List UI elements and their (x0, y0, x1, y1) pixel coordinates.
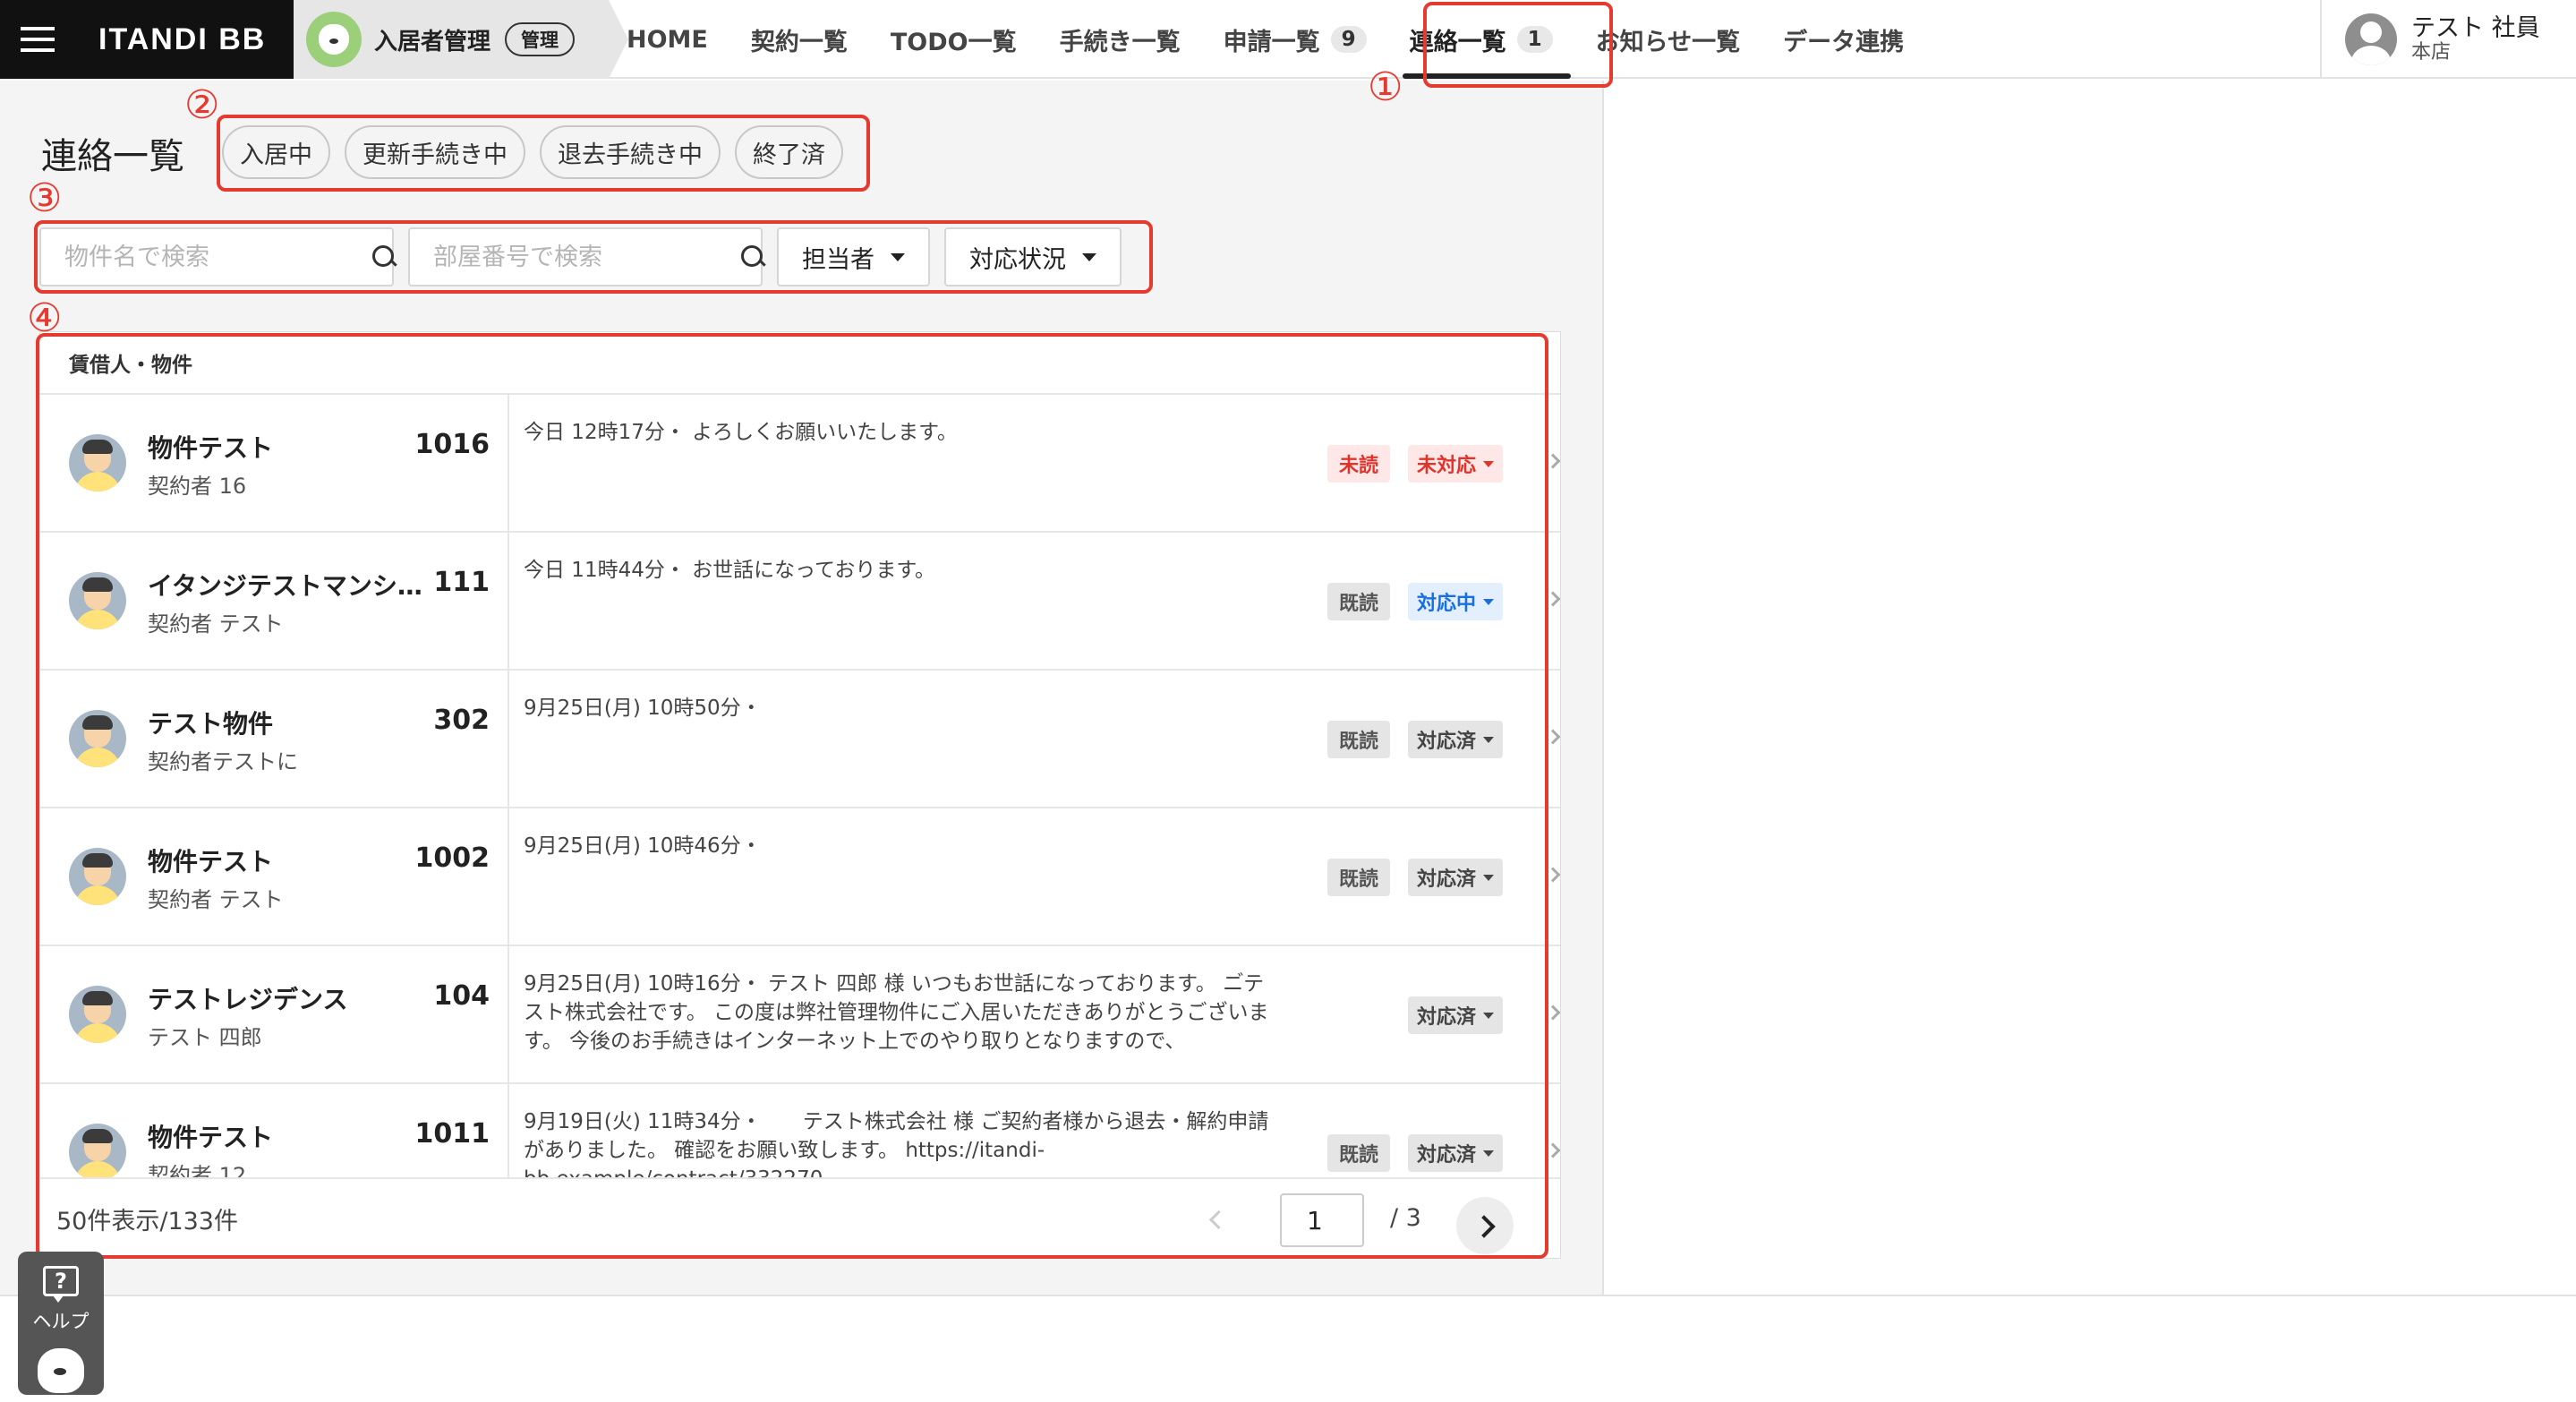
user-branch: 本店 (2411, 40, 2452, 64)
annotation-box-3 (34, 220, 1153, 294)
nav-contracts[interactable]: 契約一覧 (751, 0, 848, 79)
bear-mascot-icon (306, 12, 362, 67)
app-name: 入居者管理 (374, 28, 491, 56)
top-navigation-bar: ITANDI BB 入居者管理 管理 HOME 契約一覧 TODO一覧 手続き一… (0, 0, 2576, 79)
page-title: 連絡一覧 (41, 136, 184, 177)
annotation-number-1: ① (1368, 64, 1403, 110)
user-menu[interactable]: テスト 社員 本店 (2320, 0, 2576, 79)
nav-data-integration[interactable]: データ連携 (1783, 0, 1904, 79)
annotation-box-4 (36, 333, 1548, 1259)
annotation-number-3: ③ (27, 175, 63, 221)
annotation-box-2 (217, 115, 870, 192)
app-switcher[interactable]: 入居者管理 管理 (294, 0, 628, 79)
nav-applications[interactable]: 申請一覧 9 (1224, 0, 1367, 79)
help-button[interactable]: ? ヘルプ (18, 1252, 104, 1395)
footer-divider (0, 1295, 2576, 1296)
annotation-number-2: ② (184, 82, 220, 128)
empty-detail-pane (1604, 81, 2576, 1295)
annotation-box-1 (1423, 2, 1613, 88)
annotation-number-4: ④ (27, 295, 63, 341)
applications-count-badge: 9 (1330, 26, 1367, 53)
bear-mascot-icon (38, 1348, 84, 1393)
brand-logo[interactable]: ITANDI BB (75, 0, 294, 79)
nav-home[interactable]: HOME (627, 0, 708, 79)
nav-procedures[interactable]: 手続き一覧 (1060, 0, 1181, 79)
admin-badge: 管理 (505, 22, 576, 56)
hamburger-menu-icon[interactable] (0, 0, 75, 79)
main-nav: HOME 契約一覧 TODO一覧 手続き一覧 申請一覧 9 連絡一覧 1 お知らせ一… (627, 0, 1947, 79)
help-question-icon: ? (43, 1266, 79, 1303)
help-label: ヘルプ (32, 1311, 90, 1332)
user-avatar-icon (2345, 13, 2397, 65)
user-name: テスト 社員 (2411, 14, 2540, 43)
nav-notices[interactable]: お知らせ一覧 (1596, 0, 1740, 79)
nav-todo[interactable]: TODO一覧 (891, 0, 1017, 79)
